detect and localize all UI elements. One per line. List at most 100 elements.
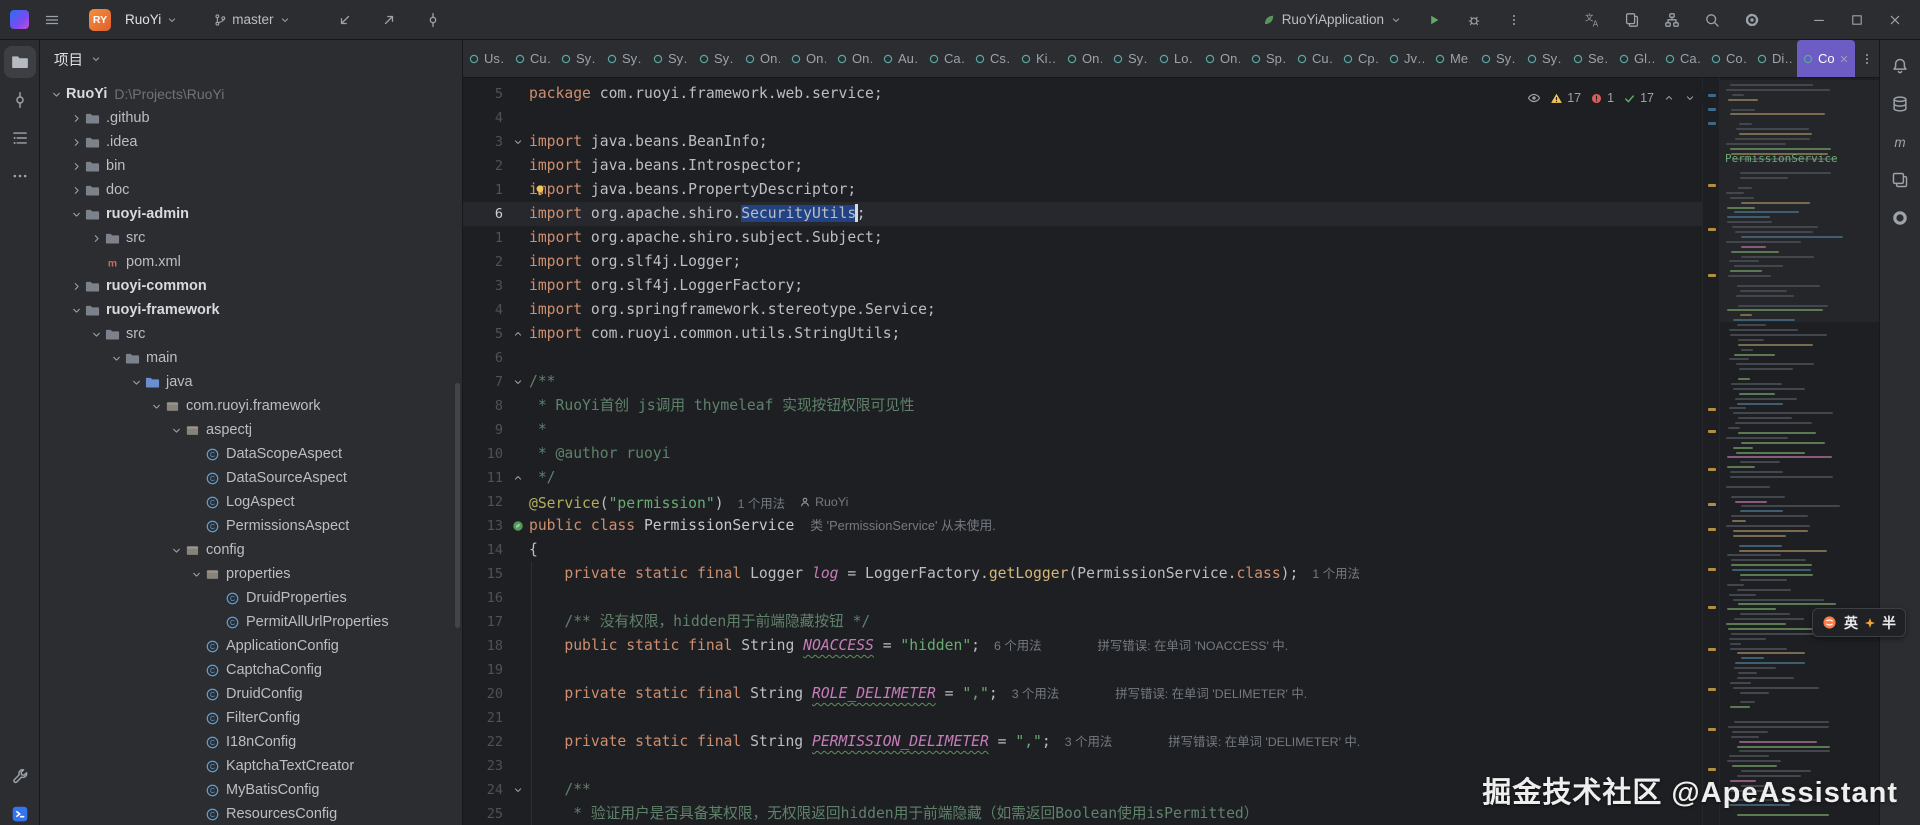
tool-strip-item-database[interactable] [1884,88,1916,120]
line-number[interactable]: 17 [463,610,507,634]
code-line[interactable]: 17 /** 没有权限，hidden用于前端隐藏按钮 */ [463,610,1702,634]
tree-row-bin[interactable]: bin [40,154,462,178]
hierarchy-button[interactable] [1658,6,1686,34]
code-line[interactable]: 2 import java.beans.Introspector; [463,154,1702,178]
editor-tab-6[interactable]: On… [739,40,785,77]
gutter-cell[interactable] [507,178,529,202]
debug-button[interactable] [1460,6,1488,34]
tree-chevron[interactable] [48,88,65,101]
stripe-mark[interactable] [1708,184,1716,187]
chevron-right-icon[interactable] [90,232,103,245]
project-panel-header[interactable]: 项目 [40,40,462,78]
gutter-cell[interactable] [507,706,529,730]
tree-row-i18nconfig[interactable]: C I18nConfig [40,730,462,754]
tree-row-doc[interactable]: doc [40,178,462,202]
gutter-cell[interactable] [507,562,529,586]
tree-row-pom-xml[interactable]: m pom.xml [40,250,462,274]
chevron-up-icon[interactable] [512,472,524,484]
tree-chevron[interactable] [68,280,85,293]
next-problem-icon[interactable] [1684,92,1696,104]
code-line[interactable]: 6 import org.apache.shiro.SecurityUtils; [463,202,1702,226]
tool-strip-item-layers[interactable] [1884,164,1916,196]
gutter-cell[interactable] [507,586,529,610]
tree-chevron[interactable] [148,400,165,413]
previous-problem-icon[interactable] [1663,92,1675,104]
code-line[interactable]: 7 /** [463,370,1702,394]
tool-strip-item-commit[interactable] [4,84,36,116]
tree-row-datascopeaspect[interactable]: C DataScopeAspect [40,442,462,466]
line-number[interactable]: 18 [463,634,507,658]
vcs-push-button[interactable] [375,6,403,34]
window-close-button[interactable] [1880,5,1910,35]
chevron-right-icon[interactable] [70,112,83,125]
line-number[interactable]: 7 [463,370,507,394]
gutter-cell[interactable] [507,274,529,298]
stripe-mark[interactable] [1708,568,1716,571]
chevron-down-icon[interactable] [190,568,203,581]
project-selector[interactable]: RuoYi [120,8,183,31]
tree-row-ruoyi-framework[interactable]: ruoyi-framework [40,298,462,322]
editor-tab-4[interactable]: Sy… [647,40,693,77]
highlighting-eye-icon[interactable] [1527,91,1541,105]
line-number[interactable]: 4 [463,106,507,130]
line-number[interactable]: 20 [463,682,507,706]
tree-row-com-ruoyi-framework[interactable]: com.ruoyi.framework [40,394,462,418]
stripe-mark[interactable] [1708,528,1716,531]
gutter-cell[interactable] [507,346,529,370]
code-line[interactable]: 6 [463,346,1702,370]
editor-tab-25[interactable]: Gl… [1613,40,1659,77]
chevron-down-icon[interactable] [130,376,143,389]
stripe-mark[interactable] [1708,228,1716,231]
code-line[interactable]: 16 [463,586,1702,610]
editor-tab-8[interactable]: On… [831,40,877,77]
line-number[interactable]: 5 [463,82,507,106]
code-line[interactable]: 3 import org.slf4j.LoggerFactory; [463,274,1702,298]
gutter-cell[interactable] [507,634,529,658]
chevron-right-icon[interactable] [70,136,83,149]
line-number[interactable]: 8 [463,394,507,418]
stripe-mark[interactable] [1708,408,1716,411]
chevron-down-icon[interactable] [512,136,524,148]
chevron-down-icon[interactable] [50,88,63,101]
editor-tab-21[interactable]: Me… [1429,40,1475,77]
tool-strip-item-donut[interactable] [1884,202,1916,234]
chevron-down-icon[interactable] [70,304,83,317]
vcs-update-button[interactable] [331,6,359,34]
run-configuration-selector[interactable]: RuoYiApplication [1256,9,1408,30]
code-line[interactable]: 20 private static final String ROLE_DELI… [463,682,1702,706]
gutter-cell[interactable] [507,538,529,562]
tree-row-kaptchatextcreator[interactable]: C KaptchaTextCreator [40,754,462,778]
tree-row-logaspect[interactable]: C LogAspect [40,490,462,514]
tree-row-ruoyi-admin[interactable]: ruoyi-admin [40,202,462,226]
code-line[interactable]: 1 import java.beans.PropertyDescriptor; [463,178,1702,202]
line-number[interactable]: 6 [463,202,507,226]
bean-icon[interactable] [511,519,525,533]
translate-button[interactable]: 文A [1578,6,1606,34]
editor-tab-9[interactable]: Au… [877,40,923,77]
chevron-down-icon[interactable] [110,352,123,365]
editor-tab-0[interactable]: Us… [463,40,509,77]
stripe-mark[interactable] [1708,728,1716,731]
stripe-mark[interactable] [1708,648,1716,651]
tree-row-druidproperties[interactable]: C DruidProperties [40,586,462,610]
more-run-actions-button[interactable] [1500,6,1528,34]
tree-row-druidconfig[interactable]: C DruidConfig [40,682,462,706]
code-line[interactable]: 5 package com.ruoyi.framework.web.service… [463,82,1702,106]
tree-row-ruoyi[interactable]: RuoYi D:\Projects\RuoYi [40,82,462,106]
code-line[interactable]: 5 import com.ruoyi.common.utils.StringUti… [463,322,1702,346]
editor-tab-17[interactable]: Sp… [1245,40,1291,77]
minimap[interactable]: PermissionService [1720,78,1879,825]
ime-indicator[interactable]: 英 半 [1812,608,1906,637]
code-line[interactable]: 22 private static final String PERMISSIO… [463,730,1702,754]
editor-tab-2[interactable]: Sy… [555,40,601,77]
code-line[interactable]: 3 import java.beans.BeanInfo; [463,130,1702,154]
line-number[interactable]: 11 [463,466,507,490]
close-small-icon[interactable] [1838,53,1850,65]
editor-tab-19[interactable]: Cp… [1337,40,1383,77]
gutter-cell[interactable] [507,730,529,754]
tree-row-captchaconfig[interactable]: C CaptchaConfig [40,658,462,682]
gutter-cell[interactable] [507,658,529,682]
intention-bulb-icon[interactable] [533,181,547,205]
tree-row-aspectj[interactable]: aspectj [40,418,462,442]
gutter-cell[interactable] [507,610,529,634]
